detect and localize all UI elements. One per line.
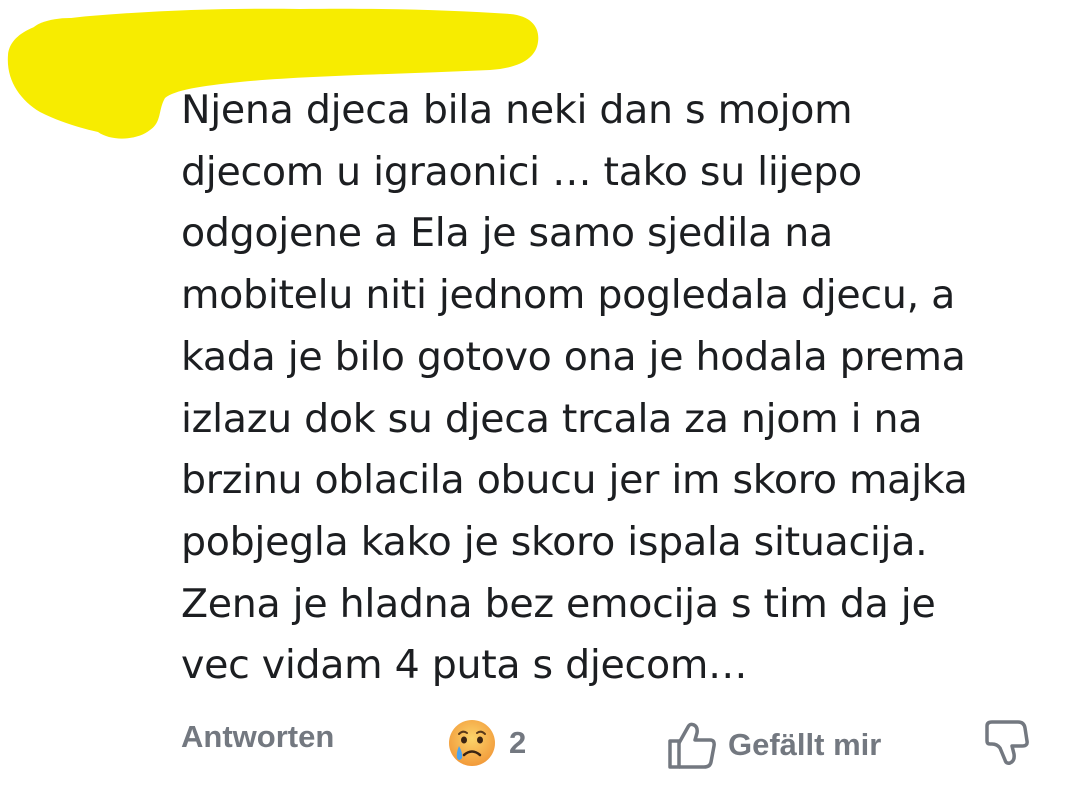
comment-line: odgojene a Ela je samo sjedila na — [181, 210, 833, 257]
reaction-count: 2 — [509, 725, 527, 760]
comment-line: vec vidam 4 puta s djecom… — [181, 642, 748, 689]
comment-action-bar: Antworten 2 Gefällt mir — [0, 705, 1080, 785]
thumbs-up-icon — [666, 719, 718, 771]
reply-button[interactable]: Antworten — [181, 719, 334, 755]
like-label: Gefällt mir — [728, 727, 882, 762]
sad-crying-face-icon[interactable] — [447, 718, 497, 768]
comment-line: kada je bilo gotovo ona je hodala prema — [181, 333, 966, 380]
comment-line: pobjegla kako je skoro ispala situacija. — [181, 518, 928, 565]
comment-line: brzinu oblacila obucu jer im skoro majka — [181, 457, 968, 504]
comment-line: Njena djeca bila neki dan s mojom — [181, 87, 853, 133]
comment-line: izlazu dok su djeca trcala za njom i na — [181, 395, 923, 442]
comment-line: djecom u igraonici … tako su lijepo — [181, 148, 862, 195]
comment-line: mobitelu niti jednom pogledala djecu, a — [181, 272, 955, 319]
like-button[interactable]: Gefällt mir — [666, 715, 881, 775]
comment-line: Zena je hladna bez emocija s tim da je — [181, 580, 936, 627]
thumbs-down-icon[interactable] — [984, 717, 1030, 767]
comment-body: Njena djeca bila neki dan s mojom djecom… — [181, 80, 1061, 697]
